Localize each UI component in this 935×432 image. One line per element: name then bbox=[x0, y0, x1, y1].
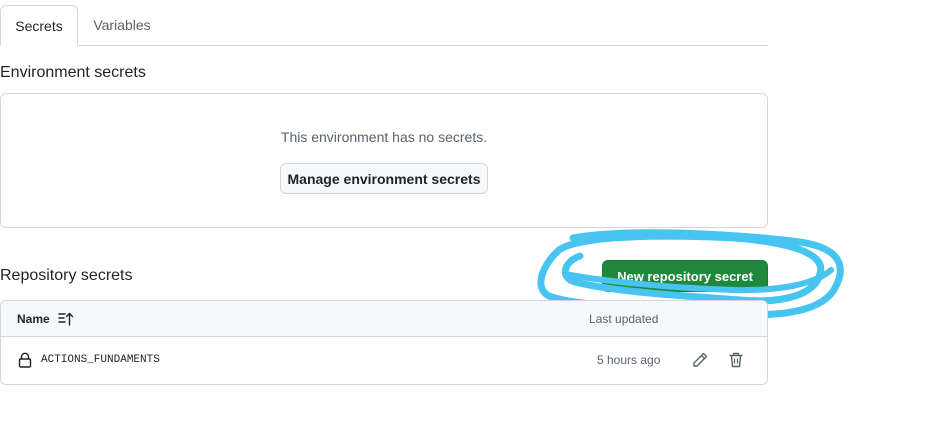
empty-state-message: This environment has no secrets. bbox=[280, 129, 488, 145]
lock-icon bbox=[18, 352, 32, 368]
secrets-tabs: Secrets Variables bbox=[0, 5, 768, 46]
table-header: Name Last updated bbox=[1, 301, 767, 337]
environment-secrets-heading: Environment secrets bbox=[0, 64, 146, 81]
new-repository-secret-button[interactable]: New repository secret bbox=[602, 260, 768, 292]
trash-icon[interactable] bbox=[727, 351, 745, 369]
manage-environment-secrets-button[interactable]: Manage environment secrets bbox=[280, 163, 488, 194]
repository-secrets-heading: Repository secrets bbox=[0, 267, 133, 284]
tab-variables[interactable]: Variables bbox=[78, 5, 166, 45]
secret-name: ACTIONS_FUNDAMENTS bbox=[41, 354, 160, 366]
repository-secrets-table: Name Last updated ACTIONS_FUNDAMENTS 5 h… bbox=[0, 300, 768, 385]
secret-last-updated: 5 hours ago bbox=[597, 353, 661, 367]
pencil-icon[interactable] bbox=[691, 351, 709, 369]
sort-ascending-icon[interactable] bbox=[58, 311, 74, 327]
column-header-name[interactable]: Name bbox=[17, 312, 50, 326]
environment-secrets-panel: This environment has no secrets. Manage … bbox=[0, 93, 768, 228]
column-header-last-updated: Last updated bbox=[589, 312, 659, 326]
table-row: ACTIONS_FUNDAMENTS 5 hours ago bbox=[1, 337, 767, 384]
tab-secrets[interactable]: Secrets bbox=[0, 5, 78, 46]
